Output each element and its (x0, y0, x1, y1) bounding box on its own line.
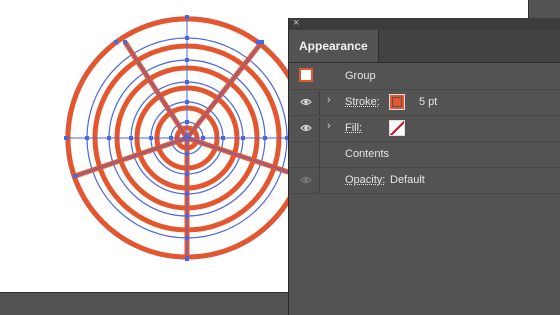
stroke-label[interactable]: Stroke: (345, 96, 380, 108)
anchor-point[interactable] (185, 214, 189, 218)
stroke-weight[interactable]: 5 pt (419, 96, 437, 108)
row-divider (289, 115, 560, 116)
anchor-point[interactable] (85, 136, 89, 140)
panel-tabs: Appearance (289, 30, 560, 63)
anchor-point[interactable] (185, 58, 189, 62)
anchor-point[interactable] (256, 40, 260, 44)
anchor-point[interactable] (185, 80, 189, 84)
anchor-point[interactable] (185, 256, 189, 260)
anchor-point[interactable] (73, 174, 77, 178)
anchor-point[interactable] (221, 136, 225, 140)
panel-titlebar[interactable]: × (289, 16, 560, 30)
anchor-point[interactable] (263, 136, 267, 140)
column-divider (319, 169, 320, 193)
stroke-row[interactable]: › Stroke: 5 pt (289, 91, 560, 115)
tab-appearance[interactable]: Appearance (289, 30, 379, 62)
fill-label[interactable]: Fill: (345, 122, 362, 134)
contents-row[interactable]: Contents (289, 143, 560, 167)
anchor-point[interactable] (64, 136, 68, 140)
opacity-row[interactable]: Opacity: Default (289, 169, 560, 193)
anchor-point[interactable] (114, 40, 118, 44)
opacity-value[interactable]: Default (390, 174, 425, 186)
anchor-point[interactable] (185, 236, 189, 240)
anchor-point[interactable] (185, 152, 189, 156)
group-row[interactable]: Group (289, 65, 560, 89)
anchor-point[interactable] (185, 15, 189, 19)
eye-icon[interactable] (300, 123, 312, 133)
anchor-point[interactable] (185, 192, 189, 196)
eye-icon[interactable] (300, 97, 312, 107)
anchor-point[interactable] (260, 40, 264, 44)
anchor-point[interactable] (123, 40, 127, 44)
row-divider (289, 141, 560, 142)
anchor-point[interactable] (185, 100, 189, 104)
column-divider (319, 91, 320, 115)
anchor-point[interactable] (185, 36, 189, 40)
anchor-point[interactable] (129, 136, 133, 140)
row-divider (289, 167, 560, 168)
chevron-right-icon[interactable]: › (327, 120, 331, 132)
stroke-color-swatch[interactable] (389, 94, 405, 110)
anchor-point[interactable] (169, 136, 173, 140)
anchor-point[interactable] (185, 172, 189, 176)
anchor-point[interactable] (107, 136, 111, 140)
group-thumbnail (299, 68, 313, 82)
row-divider (289, 89, 560, 90)
appearance-panel: × Appearance Group › Stroke: 5 pt › Fill… (288, 16, 560, 315)
anchor-point[interactable] (149, 136, 153, 140)
column-divider (319, 143, 320, 167)
opacity-label[interactable]: Opacity: (345, 174, 385, 186)
anchor-point[interactable] (185, 120, 189, 124)
column-divider (319, 117, 320, 141)
fill-row[interactable]: › Fill: (289, 117, 560, 141)
eye-icon[interactable] (300, 175, 312, 185)
contents-label: Contents (345, 148, 390, 160)
none-slash-icon (390, 121, 404, 135)
anchor-point[interactable] (201, 136, 205, 140)
group-label: Group (345, 70, 376, 82)
row-divider (289, 193, 560, 194)
fill-none-swatch[interactable] (389, 120, 405, 136)
anchor-point[interactable] (241, 136, 245, 140)
chevron-right-icon[interactable]: › (327, 94, 331, 106)
close-icon[interactable]: × (293, 16, 299, 30)
